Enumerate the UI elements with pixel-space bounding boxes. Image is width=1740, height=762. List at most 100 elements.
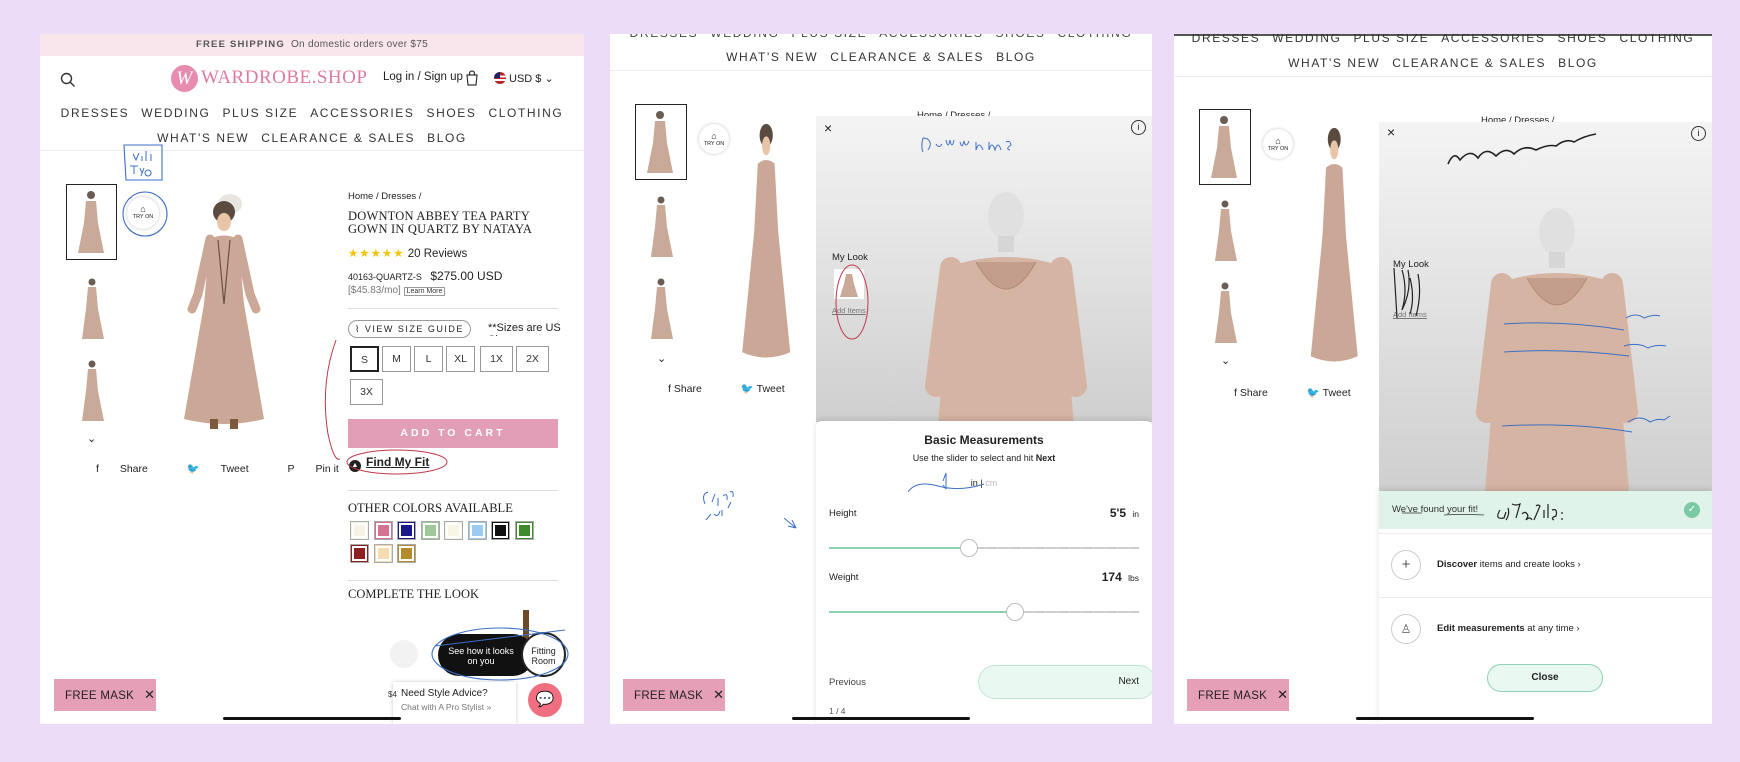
nav-wedding[interactable]: WEDDING — [141, 106, 210, 120]
nav-accessories[interactable]: ACCESSORIES — [310, 106, 414, 120]
close-icon[interactable]: ✕ — [144, 687, 155, 702]
nav-blog[interactable]: BLOG — [427, 131, 467, 145]
dress-image — [651, 278, 673, 339]
product-thumbnail[interactable] — [642, 274, 680, 344]
nav-clearance[interactable]: CLEARANCE & SALES — [1392, 56, 1546, 70]
weight-slider[interactable] — [829, 603, 1139, 621]
color-swatch[interactable] — [514, 521, 534, 540]
color-swatch[interactable] — [444, 521, 463, 540]
product-thumbnail[interactable] — [642, 192, 680, 262]
size-option[interactable]: M — [382, 346, 411, 372]
product-thumbnail[interactable] — [73, 274, 111, 344]
find-my-fit-link[interactable]: ▲ Find My Fit — [349, 455, 429, 472]
nav-whats-new[interactable]: WHAT'S NEW — [726, 50, 818, 64]
color-swatch[interactable] — [350, 544, 369, 563]
edit-measurements-option[interactable]: ♙ Edit measurements at any time › — [1379, 597, 1712, 661]
color-swatch[interactable] — [373, 544, 393, 563]
look-thumbnail[interactable] — [834, 269, 864, 299]
free-mask-badge[interactable]: FREE MASK ✕ — [54, 679, 156, 711]
color-swatch[interactable] — [467, 521, 487, 540]
color-swatch[interactable] — [373, 521, 393, 540]
nav-clearance[interactable]: CLEARANCE & SALES — [830, 50, 984, 64]
breadcrumb-home[interactable]: Home — [348, 191, 373, 202]
try-on-button[interactable]: ⌂ TRY ON — [1263, 129, 1293, 159]
rating[interactable]: ★★★★★ 20 Reviews — [348, 246, 467, 260]
chevron-down-icon[interactable]: ⌄ — [657, 352, 666, 365]
tweet-link[interactable]: 🐦 Tweet — [187, 463, 267, 475]
cart-icon[interactable] — [465, 70, 479, 86]
discover-items-option[interactable]: + Discover items and create looks › — [1379, 533, 1712, 597]
nav-clothing[interactable]: CLOTHING — [489, 106, 564, 120]
mannequin-image — [1476, 208, 1638, 492]
product-thumbnail[interactable] — [66, 184, 117, 260]
nav-clearance[interactable]: CLEARANCE & SALES — [261, 131, 415, 145]
product-thumbnail[interactable] — [1206, 278, 1244, 348]
tweet-link[interactable]: 🐦 Tweet — [741, 383, 803, 395]
size-option[interactable]: 1X — [480, 346, 513, 372]
size-option[interactable]: XL — [446, 346, 475, 372]
nav-dresses[interactable]: DRESSES — [61, 106, 130, 120]
nav-whats-new[interactable]: WHAT'S NEW — [1288, 56, 1380, 70]
style-advice-card[interactable]: Need Style Advice? Chat with A Pro Stylis… — [393, 682, 516, 724]
share-link[interactable]: f Share — [668, 383, 720, 395]
info-icon[interactable]: i — [1131, 120, 1146, 135]
height-slider[interactable] — [829, 539, 1139, 557]
breadcrumb-dresses[interactable]: Dresses — [381, 191, 416, 202]
nav-blog[interactable]: BLOG — [996, 50, 1036, 64]
share-link[interactable]: f Share — [1234, 387, 1286, 399]
fitting-room-button[interactable]: Fitting Room — [521, 632, 566, 677]
unit-toggle[interactable]: in | cm — [816, 478, 1152, 488]
site-logo[interactable]: W WARDROBE.SHOP — [171, 65, 367, 92]
chevron-down-icon[interactable]: ⌄ — [1221, 354, 1230, 367]
product-thumbnail[interactable] — [1199, 109, 1251, 185]
share-link[interactable]: f Share — [96, 463, 166, 475]
search-icon[interactable] — [60, 72, 76, 88]
color-swatch[interactable] — [350, 521, 369, 540]
pin-link[interactable]: P Pin it — [288, 463, 357, 475]
color-swatch[interactable] — [491, 521, 510, 540]
size-guide-button[interactable]: ⌇ VIEW SIZE GUIDE — [348, 320, 471, 338]
free-mask-badge[interactable]: FREE MASK ✕ — [1187, 679, 1289, 711]
color-swatch[interactable] — [397, 544, 416, 563]
size-option[interactable]: L — [414, 346, 443, 372]
virtual-fit-viewer: × i My Look Add Items — [816, 116, 1152, 426]
size-option[interactable]: 3X — [350, 379, 383, 405]
close-icon[interactable]: ✕ — [713, 687, 724, 702]
login-link[interactable]: Log in / Sign up — [383, 71, 463, 83]
measurement-panel: DRESSESWEDDINGPLUS SIZEACCESSORIESSHOESC… — [610, 34, 1152, 724]
close-icon[interactable]: × — [1387, 124, 1395, 140]
add-items-link[interactable]: Add Items — [832, 306, 866, 315]
product-thumbnail[interactable] — [1206, 196, 1244, 266]
product-thumbnail[interactable] — [73, 356, 111, 426]
add-items-link[interactable]: Add Items — [1393, 310, 1427, 319]
chevron-down-icon[interactable]: ⌄ — [87, 432, 96, 445]
add-to-cart-button[interactable]: ADD TO CART — [348, 419, 558, 448]
measurements-hint: Use the slider to select and hit Next — [912, 453, 1056, 463]
nav-row-1: DRESSESWEDDINGPLUS SIZEACCESSORIESSHOESC… — [1191, 34, 1695, 45]
close-icon[interactable]: × — [824, 120, 832, 136]
fitting-room-pill[interactable]: See how it looks on you — [438, 634, 534, 676]
nav-shoes[interactable]: SHOES — [427, 106, 477, 120]
nav-whats-new[interactable]: WHAT'S NEW — [157, 131, 249, 145]
next-button[interactable]: Next — [978, 665, 1152, 699]
chat-icon[interactable]: 💬 — [528, 683, 562, 717]
previous-button[interactable]: Previous — [829, 677, 866, 688]
fit-found-banner: We've found your fit! ✓ — [1379, 491, 1712, 529]
learn-more-link[interactable]: Learn More — [403, 287, 446, 296]
product-thumbnail[interactable] — [635, 104, 687, 180]
main-product-image[interactable] — [152, 184, 302, 434]
free-mask-badge[interactable]: FREE MASK ✕ — [623, 679, 725, 711]
nav-plus-size[interactable]: PLUS SIZE — [222, 106, 298, 120]
product-page-panel: FREE SHIPPING On domestic orders over $75… — [40, 34, 584, 724]
currency-selector[interactable]: USD $ ⌄ — [494, 72, 554, 85]
info-icon[interactable]: i — [1691, 126, 1706, 141]
chevron-down-icon: ⌄ — [544, 73, 554, 85]
close-button[interactable]: Close — [1487, 664, 1603, 692]
size-option[interactable]: S — [350, 346, 379, 372]
color-swatch[interactable] — [420, 521, 440, 540]
size-option[interactable]: 2X — [516, 346, 549, 372]
tweet-link[interactable]: 🐦 Tweet — [1307, 387, 1369, 399]
nav-blog[interactable]: BLOG — [1558, 56, 1598, 70]
color-swatch[interactable] — [397, 521, 416, 540]
close-icon[interactable]: ✕ — [1277, 687, 1288, 702]
